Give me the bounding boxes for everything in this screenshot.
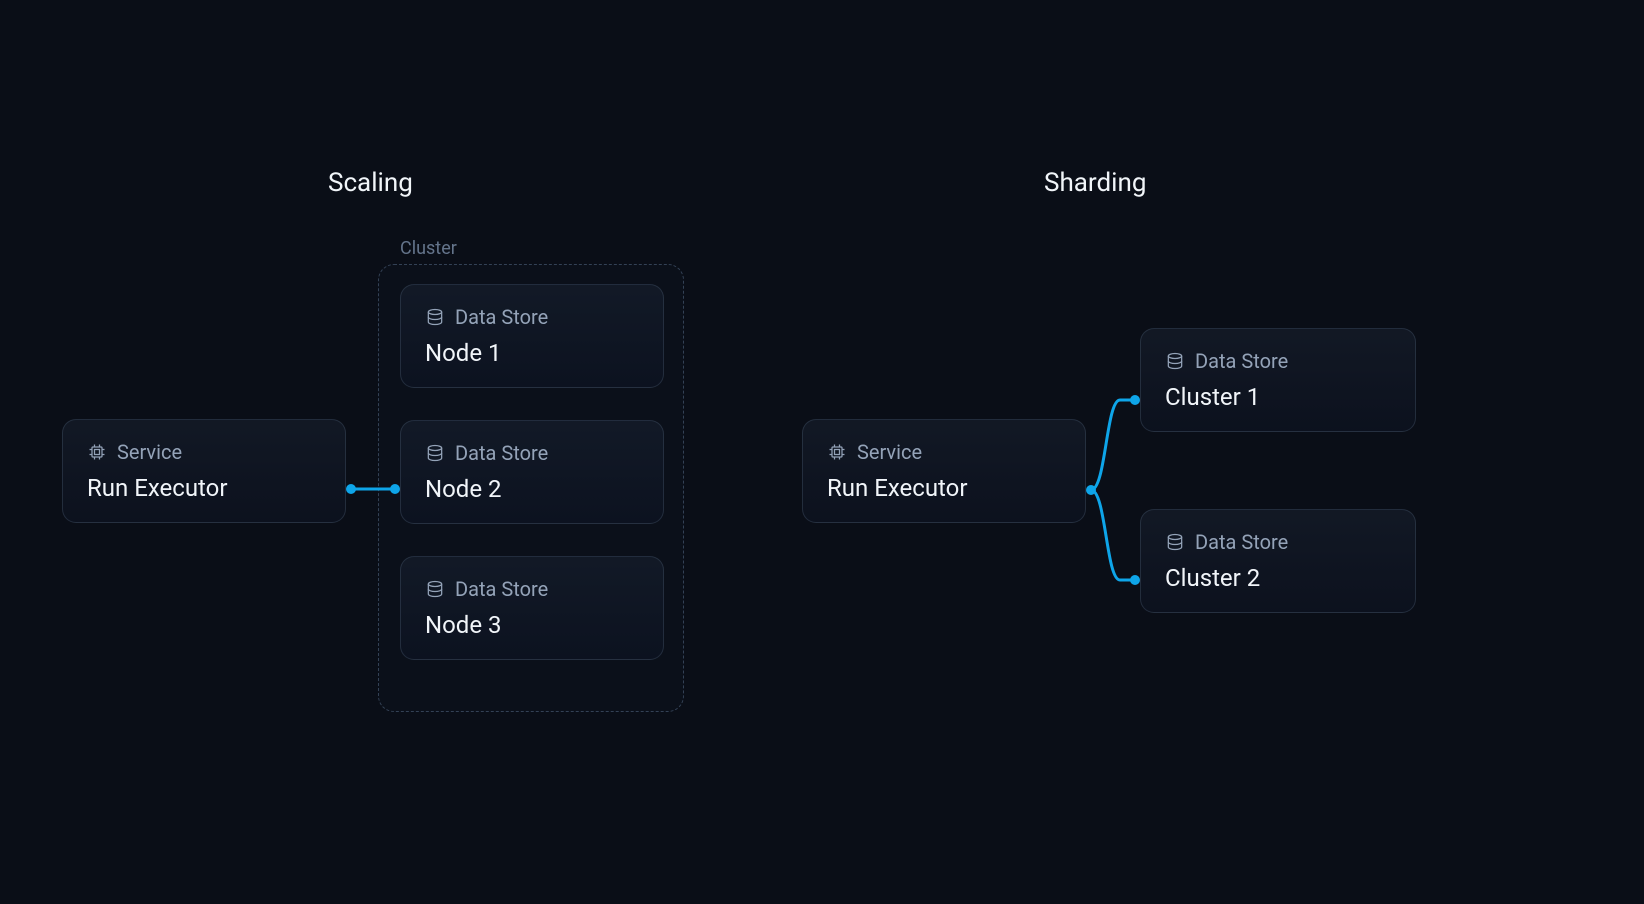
cluster-name: Cluster 2 (1165, 564, 1391, 592)
service-type-label: Service (857, 440, 922, 464)
datastore-type-label: Data Store (1195, 530, 1288, 554)
sharding-cluster-2: Data Store Cluster 2 (1140, 509, 1416, 613)
scaling-service-card: Service Run Executor (62, 419, 346, 523)
sharding-service-card: Service Run Executor (802, 419, 1086, 523)
sharding-connector (1086, 380, 1146, 600)
database-icon (1165, 532, 1185, 552)
datastore-type-label: Data Store (455, 577, 548, 601)
cluster-name: Cluster 1 (1165, 383, 1391, 411)
node-name: Node 3 (425, 611, 639, 639)
service-type-label: Service (117, 440, 182, 464)
scaling-node-3: Data Store Node 3 (400, 556, 664, 660)
service-name: Run Executor (827, 474, 1061, 502)
database-icon (425, 579, 445, 599)
service-name: Run Executor (87, 474, 321, 502)
sharding-title: Sharding (1044, 168, 1146, 198)
datastore-type-label: Data Store (1195, 349, 1288, 373)
node-name: Node 1 (425, 339, 639, 367)
database-icon (425, 443, 445, 463)
chip-icon (87, 442, 107, 462)
chip-icon (827, 442, 847, 462)
datastore-type-label: Data Store (455, 441, 548, 465)
scaling-node-1: Data Store Node 1 (400, 284, 664, 388)
sharding-cluster-1: Data Store Cluster 1 (1140, 328, 1416, 432)
node-name: Node 2 (425, 475, 639, 503)
database-icon (425, 307, 445, 327)
scaling-title: Scaling (328, 168, 413, 198)
scaling-node-2: Data Store Node 2 (400, 420, 664, 524)
database-icon (1165, 351, 1185, 371)
datastore-type-label: Data Store (455, 305, 548, 329)
cluster-label: Cluster (400, 238, 457, 259)
